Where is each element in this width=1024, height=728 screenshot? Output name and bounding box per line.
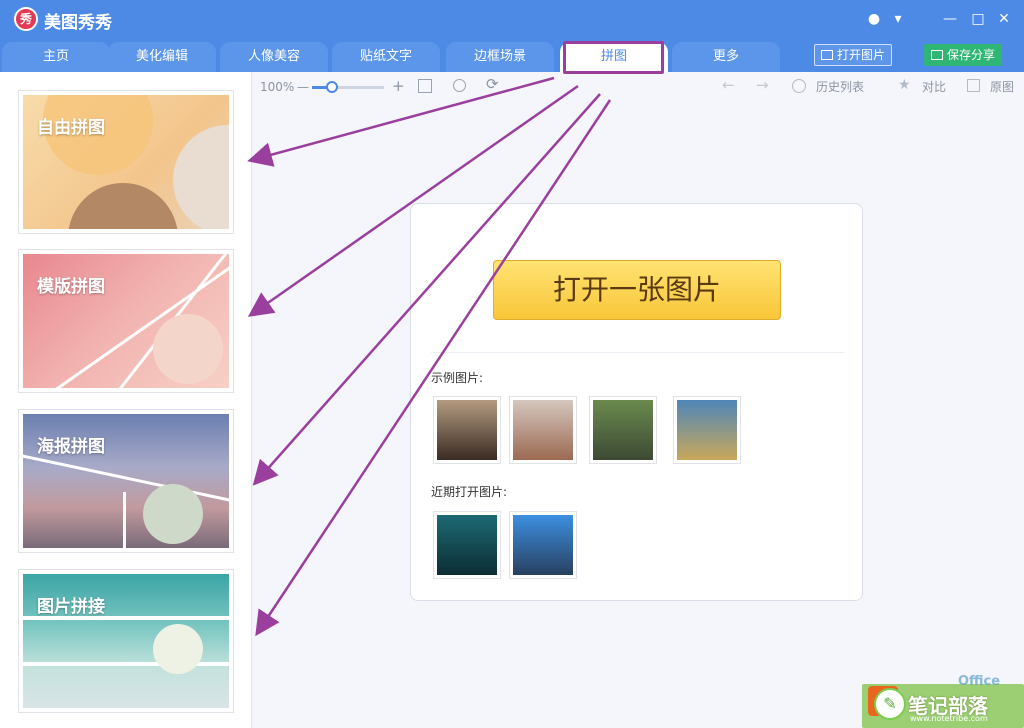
watermark: Office ✎ 笔记部落 www.notetribe.com bbox=[862, 674, 1024, 728]
preview-circle bbox=[68, 183, 178, 229]
open-one-image-button[interactable]: 打开一张图片 bbox=[493, 260, 781, 320]
preview-circle bbox=[153, 624, 203, 674]
free-collage-preview: 自由拼图 bbox=[23, 95, 229, 229]
redo-icon[interactable]: → bbox=[756, 77, 769, 93]
zoom-slider[interactable] bbox=[312, 86, 384, 89]
sample-image-thumb[interactable] bbox=[589, 396, 657, 464]
watermark-url: www.notetribe.com bbox=[910, 714, 988, 723]
history-list-button[interactable]: 历史列表 bbox=[816, 79, 864, 95]
open-image-label: 打开图片 bbox=[837, 48, 886, 62]
sample-image bbox=[677, 400, 737, 460]
poster-collage-card[interactable]: 海报拼图 bbox=[18, 409, 234, 553]
recent-image bbox=[437, 515, 497, 575]
menu-dropdown-icon[interactable]: ▾ bbox=[888, 9, 908, 29]
pencil-icon: ✎ bbox=[874, 688, 906, 720]
app-logo-icon: 秀 bbox=[14, 7, 38, 31]
main-nav: 主页 美化编辑 人像美容 贴纸文字 边框场景 拼图 更多 打开图片 保存分享 bbox=[0, 38, 1024, 72]
recent-image bbox=[513, 515, 573, 575]
recent-image-thumb[interactable] bbox=[509, 511, 577, 579]
sample-image bbox=[437, 400, 497, 460]
sample-image-thumb[interactable] bbox=[673, 396, 741, 464]
save-share-button[interactable]: 保存分享 bbox=[924, 44, 1003, 66]
free-collage-card[interactable]: 自由拼图 bbox=[18, 90, 234, 234]
poster-collage-preview: 海报拼图 bbox=[23, 414, 229, 548]
image-stitch-card[interactable]: 图片拼接 bbox=[18, 569, 234, 713]
sample-image-thumb[interactable] bbox=[509, 396, 577, 464]
compare-button[interactable]: 对比 bbox=[922, 79, 946, 95]
chat-icon[interactable]: ● bbox=[864, 9, 884, 29]
tab-more[interactable]: 更多 bbox=[672, 42, 780, 72]
preview-circle bbox=[173, 125, 229, 229]
recent-images-label: 近期打开图片: bbox=[431, 485, 508, 499]
template-collage-preview: 模版拼图 bbox=[23, 254, 229, 388]
template-collage-label: 模版拼图 bbox=[37, 277, 105, 297]
close-button[interactable]: ✕ bbox=[994, 9, 1014, 29]
recent-image-thumb[interactable] bbox=[433, 511, 501, 579]
tab-frames[interactable]: 边框场景 bbox=[446, 42, 554, 72]
zoom-in-button[interactable]: + bbox=[392, 78, 405, 94]
preview-circle bbox=[143, 484, 203, 544]
tab-beautify[interactable]: 美化编辑 bbox=[108, 42, 216, 72]
image-icon bbox=[821, 50, 833, 60]
save-share-label: 保存分享 bbox=[947, 48, 996, 62]
title-bar: 秀 美图秀秀 ● ▾ — □ ✕ bbox=[0, 0, 1024, 38]
collage-tab-highlight bbox=[563, 41, 664, 74]
compare-icon: ★ bbox=[898, 77, 911, 93]
export-icon bbox=[931, 50, 943, 60]
template-collage-card[interactable]: 模版拼图 bbox=[18, 249, 234, 393]
zoom-level: 100% bbox=[260, 80, 295, 94]
tab-stickers[interactable]: 贴纸文字 bbox=[332, 42, 440, 72]
sample-image bbox=[513, 400, 573, 460]
open-image-button[interactable]: 打开图片 bbox=[814, 44, 893, 66]
zoom-slider-handle[interactable] bbox=[326, 81, 338, 93]
preview-circle bbox=[153, 314, 223, 384]
zoom-out-button[interactable]: — bbox=[297, 79, 309, 95]
image-stitch-preview: 图片拼接 bbox=[23, 574, 229, 708]
free-collage-label: 自由拼图 bbox=[37, 118, 105, 138]
history-icon bbox=[792, 79, 806, 93]
tab-home[interactable]: 主页 bbox=[2, 42, 110, 72]
poster-collage-label: 海报拼图 bbox=[37, 437, 105, 457]
crop-icon[interactable] bbox=[418, 79, 432, 93]
sample-image-thumb[interactable] bbox=[433, 396, 501, 464]
undo-icon[interactable]: ← bbox=[722, 77, 735, 93]
maximize-button[interactable]: □ bbox=[968, 9, 988, 29]
original-button[interactable]: 原图 bbox=[990, 79, 1014, 95]
tab-portrait[interactable]: 人像美容 bbox=[220, 42, 328, 72]
minimize-button[interactable]: — bbox=[940, 9, 960, 29]
image-stitch-label: 图片拼接 bbox=[37, 597, 105, 617]
zoom-fit-icon[interactable] bbox=[453, 79, 466, 92]
watermark-office-text: Office bbox=[958, 674, 1001, 689]
sample-image bbox=[593, 400, 653, 460]
app-title: 美图秀秀 bbox=[44, 13, 112, 33]
original-icon bbox=[967, 79, 980, 92]
rotate-icon[interactable]: ⟳ bbox=[486, 76, 499, 92]
open-image-panel: 打开一张图片 示例图片: 近期打开图片: bbox=[410, 203, 863, 601]
sample-images-label: 示例图片: bbox=[431, 371, 484, 385]
preview-divider bbox=[123, 492, 126, 548]
divider bbox=[431, 352, 844, 353]
